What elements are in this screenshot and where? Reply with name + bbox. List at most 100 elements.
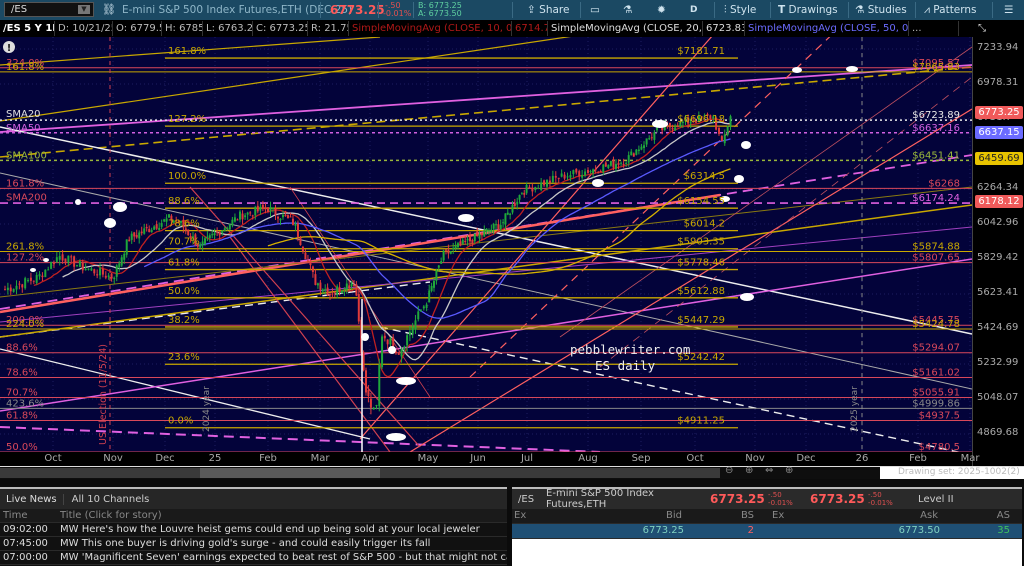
l2-quote-row[interactable]: 6773.25 2 6773.50 35 (512, 524, 1022, 539)
candle-body (476, 231, 479, 237)
flask-icon[interactable]: ⚗ (623, 0, 632, 20)
candle-body (645, 138, 648, 145)
fib-price-label: $6696.18 (677, 114, 725, 125)
col-title: Title (Click for story) (60, 510, 162, 521)
news-row[interactable]: 07:45:00 MW This one buyer is driving gol… (0, 537, 507, 551)
candle-body (155, 224, 158, 229)
candle-body (457, 243, 459, 248)
level-label-left: 423.6% (6, 398, 44, 409)
candle-body (420, 310, 423, 312)
candle-body (256, 205, 259, 212)
legend-date: D: 10/21/25 (55, 21, 113, 36)
news-row[interactable]: 09:02:00 MW Here's how the Louvre heist g… (0, 523, 507, 537)
l2-title[interactable]: Level II (910, 494, 953, 505)
studies-button[interactable]: ⚗ Studies (855, 0, 907, 20)
level-label-left: 88.6% (6, 343, 38, 354)
candle-body (617, 162, 620, 165)
candle-body (18, 283, 21, 285)
candle-body (311, 266, 314, 272)
l2-symbol[interactable]: /ES (512, 494, 540, 505)
price-axis[interactable]: 7233.946978.316731.76264.346042.965829.4… (972, 37, 1024, 466)
drawings-button[interactable]: T Drawings (778, 0, 838, 20)
candle (442, 249, 445, 262)
candle-body (61, 254, 64, 261)
flask-icon: ⚗ (855, 4, 865, 16)
pan-icon[interactable]: ⇔ (765, 465, 773, 476)
candle-body (483, 230, 486, 237)
candle-body (487, 230, 490, 232)
candle-body (723, 134, 726, 144)
candle-body (372, 407, 375, 410)
candle-body (428, 290, 431, 303)
level-label-left: 127.2% (6, 253, 44, 264)
legend-high: H: 6785 (162, 21, 203, 36)
level-label-left: 261.8% (6, 241, 44, 252)
candle-body (566, 176, 569, 178)
timeframe-button[interactable]: D (690, 0, 697, 20)
candle-body (118, 263, 121, 268)
style-button[interactable]: ⫶ Style (724, 0, 756, 20)
zoom-out-icon[interactable]: ⊖ (725, 465, 733, 476)
candle-body (254, 206, 257, 216)
tab-live-news[interactable]: Live News (0, 493, 64, 505)
time-tick: 25 (208, 453, 222, 464)
legend-more[interactable]: ... (909, 21, 959, 36)
zoom-in-icon[interactable]: ⊕ (745, 465, 753, 476)
candle-body (44, 269, 47, 278)
fib-price-label: $5447.29 (677, 315, 725, 326)
candle (381, 334, 384, 370)
fib-price-label: $5778.46 (677, 258, 725, 269)
candle-body (104, 275, 107, 278)
channels-dropdown[interactable]: All 10 Channels (64, 494, 158, 505)
gear-icon[interactable]: ✹ (657, 0, 666, 20)
candle-body (333, 292, 336, 294)
candle-body (411, 327, 414, 334)
candle-body (251, 215, 254, 217)
candle-body (279, 218, 282, 221)
time-axis[interactable]: Oct Nov Dec 25 Feb Mar Apr May Jun Jul Aug Sep Oct No… (0, 452, 979, 466)
candle-body (518, 195, 521, 200)
collapse-icon[interactable]: ⤡ (975, 21, 1005, 36)
candle-body (306, 260, 309, 262)
candle-body (635, 149, 638, 155)
news-row[interactable]: 07:00:00 MW 'Magnificent Seven' earnings … (0, 551, 507, 565)
candle-body (41, 275, 44, 278)
candle-body (81, 262, 84, 271)
time-tick: Jul (520, 453, 534, 464)
candle-body (148, 228, 151, 232)
price-tick: 5424.69 (977, 322, 1019, 333)
candle-body (150, 229, 153, 233)
share-button[interactable]: ⇪ Share (527, 0, 569, 20)
col-time[interactable]: Time (0, 509, 60, 522)
watermark-site: pebblewriter.com (570, 342, 690, 357)
menu-icon[interactable]: ☰ (1004, 0, 1013, 20)
candle-body (367, 389, 370, 397)
legend-range: R: 21.75 (308, 21, 349, 36)
candle-body (726, 126, 729, 136)
crosshair-icon[interactable]: ⊕ (785, 465, 793, 476)
candle-body (96, 274, 99, 276)
time-tick: Dec (796, 453, 816, 464)
scrollbar-thumb[interactable] (200, 468, 380, 478)
chevron-down-icon[interactable]: ▼ (78, 5, 90, 14)
fib-pct-label: 0.0% (168, 416, 193, 427)
drawing-set-selector[interactable]: Drawing set: 2025-1002(2) (880, 467, 1024, 479)
candle-body (625, 162, 628, 164)
candle-body (597, 172, 600, 174)
candle-body (4, 289, 6, 291)
alert-icon[interactable]: ▭ (590, 0, 600, 20)
last-price: 6773.25 (330, 3, 385, 17)
l2-ask-change: -.50 (868, 491, 882, 499)
level-label-left: 50.0% (6, 442, 38, 452)
link-icon[interactable]: ⛓ (102, 0, 116, 20)
candle-body (35, 275, 38, 283)
symbol-selector[interactable]: /ES ▼ (4, 2, 94, 17)
candle-body (261, 204, 264, 209)
candle-body (78, 261, 81, 267)
candle-body (490, 229, 493, 233)
candle-body (720, 136, 723, 142)
price-chart[interactable]: US Election (11/5/24) 2024 year 2025 yea… (0, 37, 972, 452)
symbol-value: /ES (11, 4, 28, 15)
live-news-panel: Live News All 10 Channels Time Title (Cli… (0, 487, 507, 566)
patterns-button[interactable]: ⩘ Patterns (924, 0, 977, 20)
